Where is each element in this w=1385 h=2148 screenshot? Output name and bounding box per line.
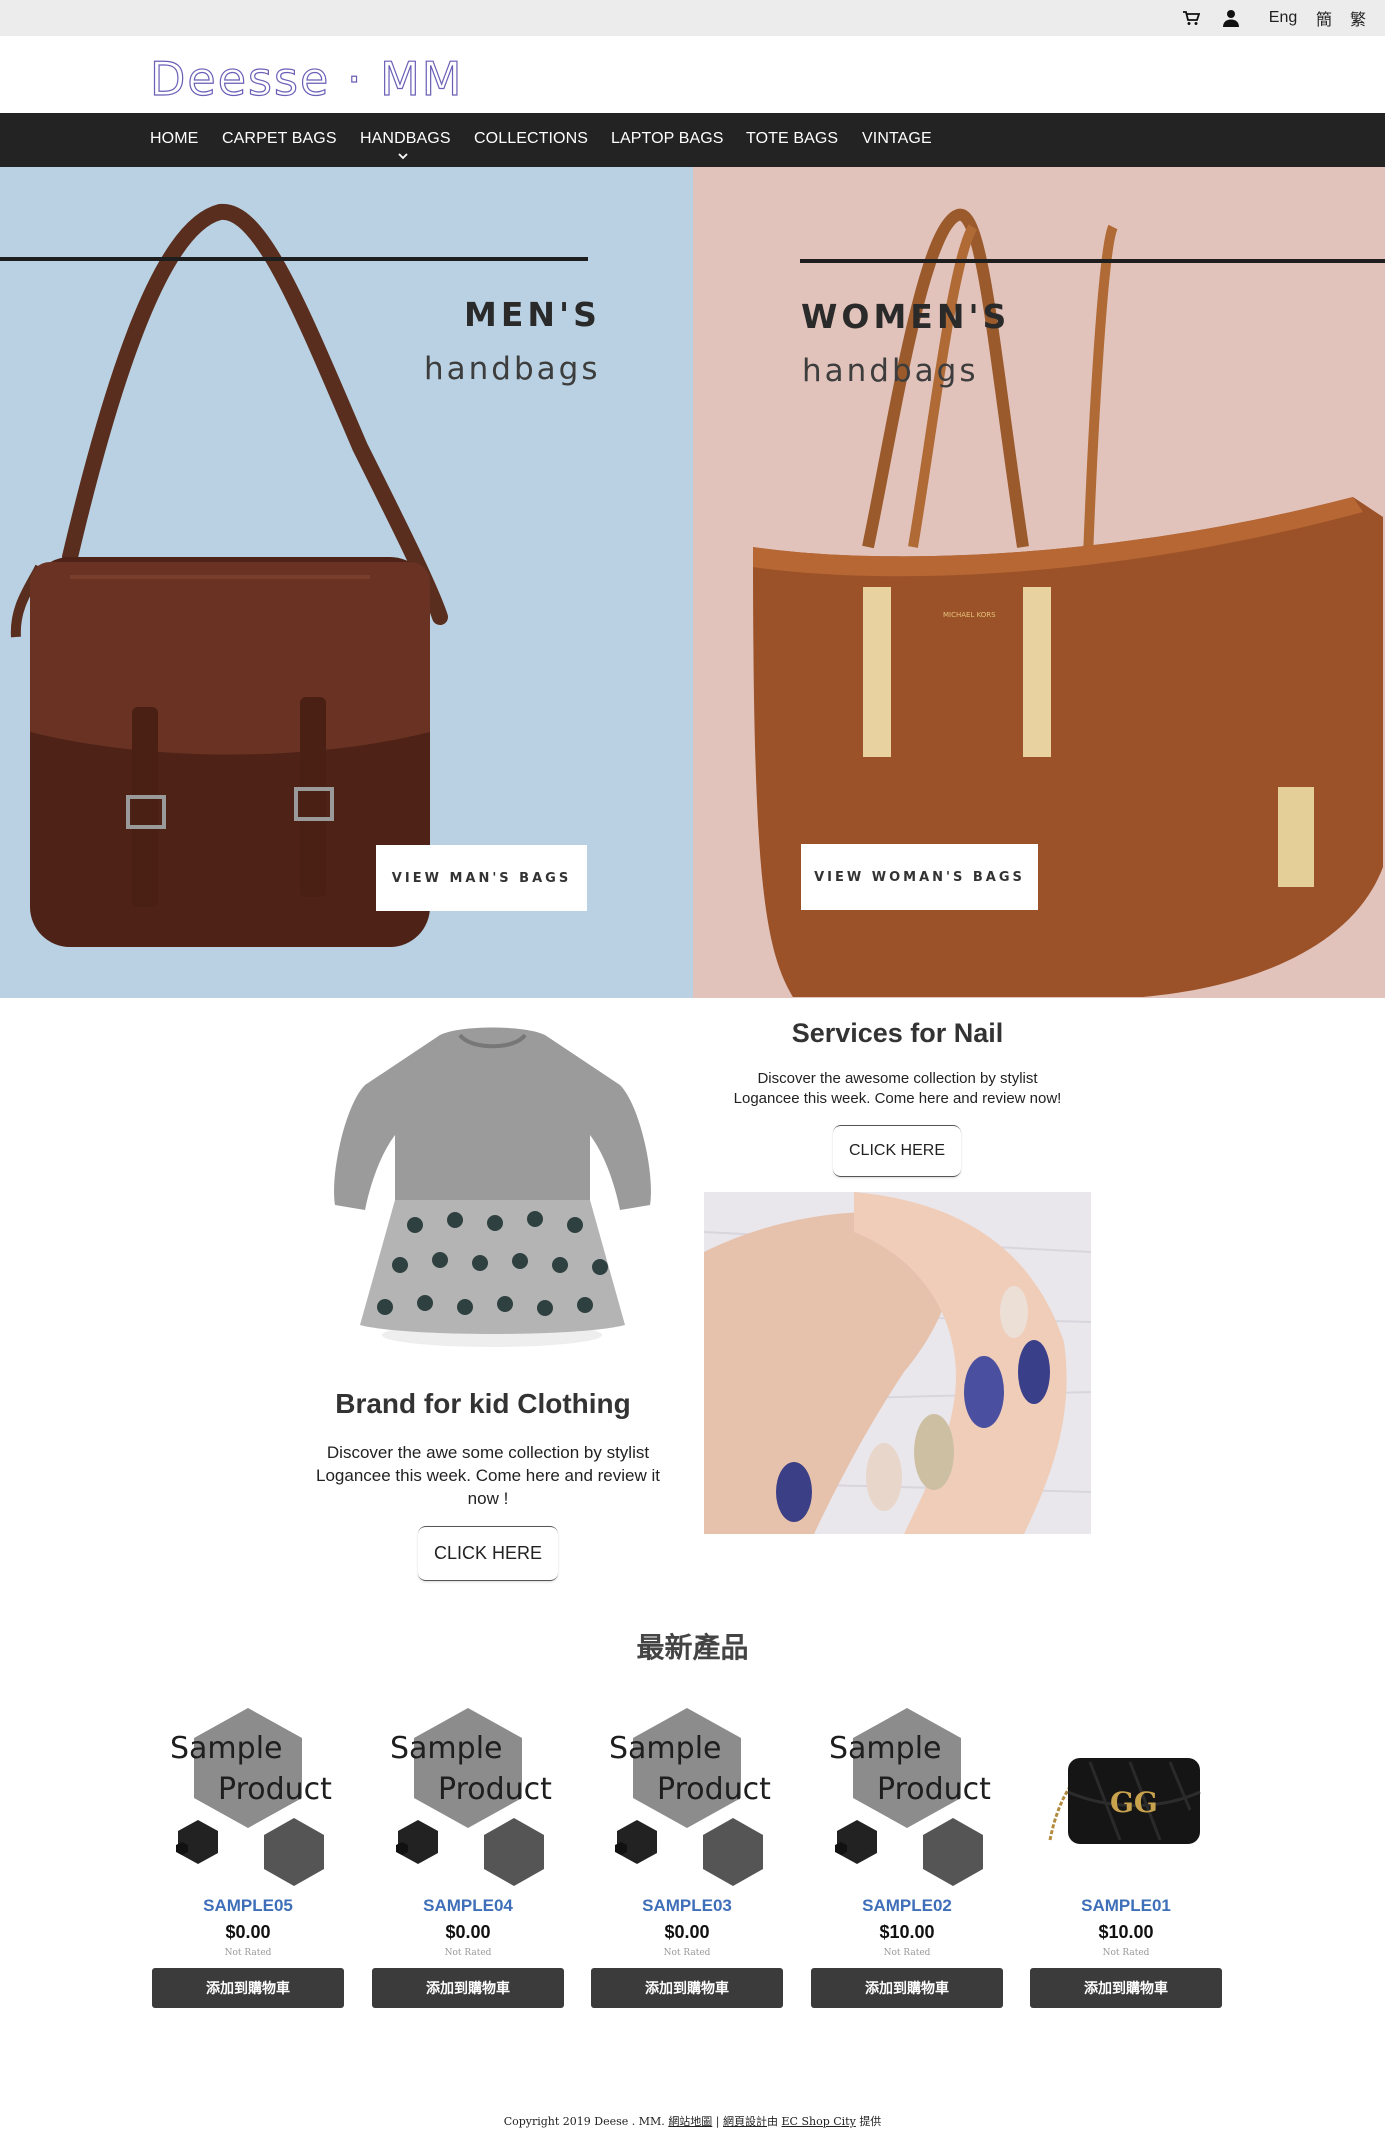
new-products-heading: 最新產品 (636, 1631, 749, 1664)
women-hero-subtitle: handbags (802, 353, 979, 389)
language-traditional-chinese[interactable]: 繁 (1348, 7, 1368, 29)
nav-vintage[interactable]: VINTAGE (862, 130, 932, 148)
men-messenger-bag-image (10, 203, 448, 947)
women-tote-bag-image: MICHAEL KORS (753, 208, 1383, 997)
sample-product-placeholder-image[interactable]: Sample Product (372, 1700, 564, 1890)
kid-clothing-title: Brand for kid Clothing (335, 1388, 631, 1419)
footer-by-text: 由 (767, 2115, 779, 2128)
nail-art-image (704, 1192, 1091, 1534)
product-price: $10.00 (879, 1922, 935, 1942)
nav-tote-bags[interactable]: TOTE BAGS (746, 130, 838, 148)
product-name[interactable]: SAMPLE05 (152, 1896, 344, 1916)
placeholder-product-text: Product (877, 1772, 991, 1807)
nail-services-click-here-button[interactable]: CLICK HERE (833, 1125, 961, 1177)
main-navigation: HOME CARPET BAGS HANDBAGS COLLECTIONS LA… (0, 113, 1385, 167)
sitemap-link[interactable]: 網站地圖 (668, 2115, 712, 2128)
add-to-cart-button[interactable]: 添加到購物車 (591, 1968, 783, 2008)
sample-product-placeholder-image[interactable]: Sample Product (152, 1700, 344, 1890)
product-price: $0.00 (664, 1922, 710, 1942)
add-to-cart-button[interactable]: 添加到購物車 (1030, 1968, 1222, 2008)
product-name[interactable]: SAMPLE03 (591, 1896, 783, 1916)
nail-services-title: Services for Nail (791, 1018, 1004, 1048)
svg-text:MICHAEL KORS: MICHAEL KORS (943, 611, 996, 619)
product-name[interactable]: SAMPLE04 (372, 1896, 564, 1916)
nav-carpet-bags[interactable]: CARPET BAGS (222, 130, 337, 148)
language-simplified-chinese[interactable]: 簡 (1314, 7, 1334, 29)
hero-women-banner: MICHAEL KORS WOMEN'S handbags VIEW WOMAN… (693, 167, 1385, 998)
product-rating: Not Rated (444, 1948, 492, 1958)
nav-collections[interactable]: COLLECTIONS (474, 130, 588, 148)
placeholder-sample-text: Sample (609, 1731, 722, 1766)
footer-provided-text: 提供 (859, 2115, 882, 2128)
add-to-cart-button[interactable]: 添加到購物車 (372, 1968, 564, 2008)
provider-link[interactable]: EC Shop City (782, 2115, 856, 2128)
product-price: $0.00 (225, 1922, 271, 1942)
placeholder-product-text: Product (438, 1772, 552, 1807)
placeholder-sample-text: Sample (170, 1731, 283, 1766)
product-price: $10.00 (1098, 1922, 1154, 1942)
svg-text:GG: GG (1110, 1786, 1158, 1819)
placeholder-sample-text: Sample (829, 1731, 942, 1766)
men-hero-title: MEN'S (464, 295, 601, 334)
chevron-down-icon[interactable] (398, 153, 408, 161)
product-card: Sample Product SAMPLE02 $10.00 Not Rated… (811, 1700, 1003, 2010)
sample-product-placeholder-image[interactable]: Sample Product (811, 1700, 1003, 1890)
hero-men-banner: MEN'S handbags VIEW MAN'S BAGS (0, 167, 693, 998)
product-rating: Not Rated (883, 1948, 931, 1958)
black-crossbody-bag-image[interactable]: GG (1030, 1700, 1222, 1890)
product-card: Sample Product SAMPLE03 $0.00 Not Rated … (591, 1700, 783, 2010)
product-card: Sample Product SAMPLE05 $0.00 Not Rated … (152, 1700, 344, 2010)
footer-separator: | (712, 2115, 724, 2128)
user-icon[interactable] (1220, 7, 1242, 29)
top-utility-bar: Eng 簡 繁 (0, 0, 1385, 36)
product-name[interactable]: SAMPLE02 (811, 1896, 1003, 1916)
nav-home[interactable]: HOME (150, 130, 198, 148)
product-name[interactable]: SAMPLE01 (1030, 1896, 1222, 1916)
placeholder-sample-text: Sample (390, 1731, 503, 1766)
product-rating: Not Rated (1102, 1948, 1150, 1958)
web-design-link[interactable]: 網頁設計 (723, 2115, 767, 2128)
kid-clothing-description: Discover the awe some collection by styl… (316, 1443, 660, 1508)
nav-handbags[interactable]: HANDBAGS (360, 130, 451, 148)
product-card: GG SAMPLE01 $10.00 Not Rated 添加到購物車 (1030, 1700, 1222, 2010)
product-rating: Not Rated (224, 1948, 272, 1958)
site-logo[interactable]: Deesse · MM (149, 51, 464, 106)
nail-services-description: Discover the awesome collection by styli… (733, 1070, 1062, 1108)
kid-clothing-click-here-button[interactable]: CLICK HERE (418, 1526, 558, 1581)
add-to-cart-button[interactable]: 添加到購物車 (152, 1968, 344, 2008)
placeholder-product-text: Product (657, 1772, 771, 1807)
sample-product-placeholder-image[interactable]: Sample Product (591, 1700, 783, 1890)
product-price: $0.00 (445, 1922, 491, 1942)
women-hero-title: WOMEN'S (801, 297, 1011, 336)
footer: Copyright 2019 Deese . MM. 網站地圖 | 網頁設計由 … (0, 2113, 1385, 2129)
men-hero-subtitle: handbags (424, 351, 601, 387)
view-mens-bags-button[interactable]: VIEW MAN'S BAGS (376, 845, 587, 911)
product-card: Sample Product SAMPLE04 $0.00 Not Rated … (372, 1700, 564, 2010)
cart-icon[interactable] (1180, 7, 1202, 29)
view-womens-bags-button[interactable]: VIEW WOMAN'S BAGS (801, 844, 1038, 910)
add-to-cart-button[interactable]: 添加到購物車 (811, 1968, 1003, 2008)
language-english[interactable]: Eng (1266, 7, 1300, 29)
product-rating: Not Rated (663, 1948, 711, 1958)
placeholder-product-text: Product (218, 1772, 332, 1807)
copyright-text: Copyright 2019 Deese . MM. (503, 2115, 665, 2128)
kid-clothing-image (334, 1027, 651, 1347)
nav-laptop-bags[interactable]: LAPTOP BAGS (611, 130, 724, 148)
